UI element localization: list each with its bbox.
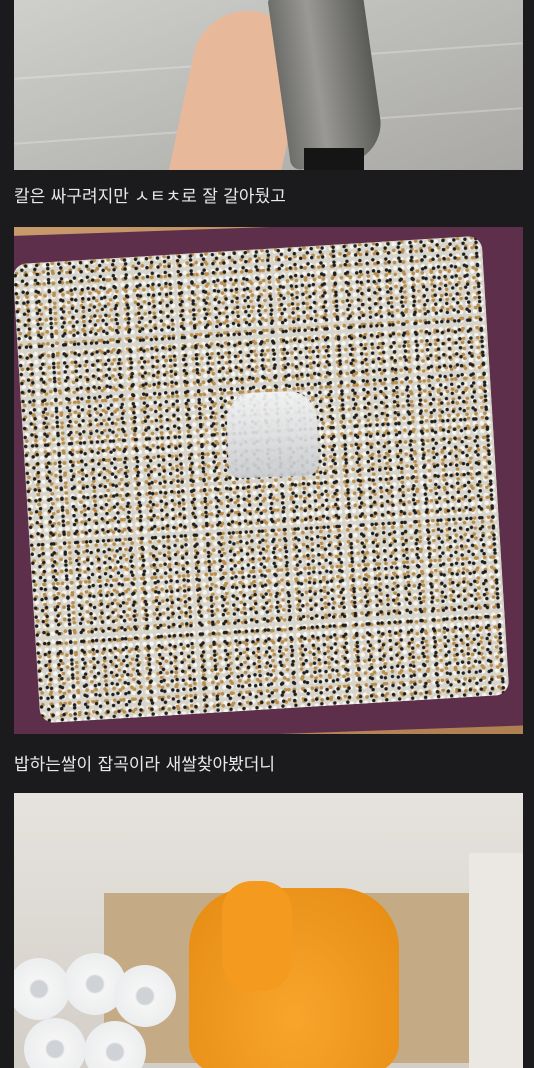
caption-second: 밥하는쌀이 잡곡이라 새쌀찾아봤더니 (14, 755, 276, 775)
rice-bin (14, 227, 523, 734)
knife-photo (14, 0, 523, 170)
bag-knot (222, 881, 292, 991)
rice-bag-photo (14, 793, 523, 1068)
wall-edge (469, 853, 523, 1068)
tissue-roll (114, 965, 176, 1027)
tissue-roll (14, 958, 70, 1020)
rice-scoop (225, 390, 319, 479)
rice-bin-photo (14, 227, 523, 734)
rice-bag (189, 888, 399, 1068)
mixed-grain-rice (14, 235, 510, 724)
tissue-roll (24, 1018, 86, 1068)
caption-first: 칼은 싸구려지만 ㅅㅌㅊ로 잘 갈아뒀고 (14, 187, 286, 207)
post-content: 칼은 싸구려지만 ㅅㅌㅊ로 잘 갈아뒀고 밥하는쌀이 잡곡이라 새쌀찾아봤더니 (0, 0, 534, 1068)
knife-handle (304, 148, 364, 170)
